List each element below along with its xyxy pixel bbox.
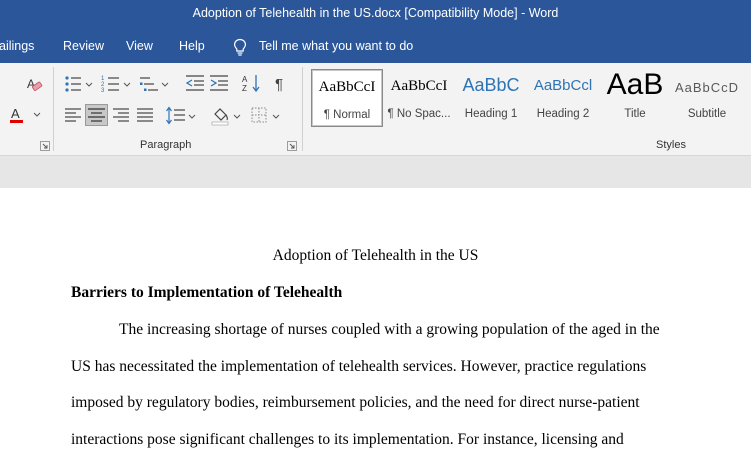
font-dialog-launcher-icon[interactable]: [40, 141, 50, 151]
style-label: Heading 1: [464, 108, 518, 120]
style-no-spacing[interactable]: AaBbCcI ¶ No Spac...: [383, 69, 455, 127]
font-color-icon: A: [10, 106, 41, 123]
tab-help[interactable]: Help: [179, 39, 205, 53]
increase-indent-icon: [210, 75, 228, 91]
paragraph-line: interactions pose significant challenges…: [71, 431, 624, 448]
group-separator: [53, 67, 54, 151]
style-preview: AaB: [606, 68, 664, 101]
multilevel-list-button[interactable]: [138, 73, 172, 93]
title-bar: Adoption of Telehealth in the US.docx [C…: [0, 0, 751, 31]
section-heading: Barriers to Implementation of Telehealth: [71, 284, 343, 301]
style-label: Title: [624, 108, 646, 120]
ruler-area: [0, 156, 751, 188]
sort-button[interactable]: A Z: [241, 73, 263, 93]
numbering-button[interactable]: 1 2 3: [100, 73, 134, 94]
lightbulb-icon: [233, 38, 247, 56]
style-preview: AaBbCcI: [390, 78, 448, 94]
show-hide-marks-button[interactable]: ¶: [270, 73, 292, 93]
align-left-button[interactable]: [62, 105, 84, 125]
style-preview: AaBbCcl: [533, 77, 593, 94]
align-right-button[interactable]: [110, 105, 132, 125]
style-preview: AaBbCcD: [674, 80, 740, 95]
group-separator: [302, 67, 303, 151]
svg-text:A: A: [11, 106, 20, 121]
bullets-button[interactable]: [62, 73, 96, 93]
paragraph-line: US has necessitated the implementation o…: [71, 358, 647, 375]
increase-indent-button[interactable]: [208, 73, 230, 93]
decrease-indent-button[interactable]: [184, 73, 206, 93]
sort-icon: A Z: [242, 75, 260, 93]
style-normal[interactable]: AaBbCcI ¶ Normal: [311, 69, 383, 127]
numbered-list-icon: 1 2 3: [101, 76, 131, 94]
pilcrow-icon: ¶: [275, 76, 283, 93]
paragraph-line: The increasing shortage of nurses couple…: [119, 321, 660, 338]
style-title[interactable]: AaB Title: [599, 68, 671, 127]
style-subtitle[interactable]: AaBbCcD Subtitle: [671, 69, 743, 127]
svg-text:3: 3: [101, 88, 105, 94]
svg-text:¶: ¶: [275, 76, 283, 93]
tab-review[interactable]: Review: [63, 39, 104, 53]
ribbon: A A 1 2 3 A Z ¶ Paragraph AaBbCcI ¶ Norm…: [0, 63, 751, 156]
borders-button[interactable]: [249, 105, 283, 125]
line-spacing-icon: [166, 106, 196, 125]
style-preview: AaBbCcI: [318, 79, 376, 95]
align-left-icon: [65, 108, 81, 122]
clear-formatting-button[interactable]: A: [24, 75, 46, 95]
paint-bucket-icon: [211, 108, 241, 126]
align-center-button[interactable]: [85, 104, 108, 126]
tab-mailings[interactable]: ailings: [0, 39, 34, 53]
style-label: Heading 2: [536, 108, 590, 120]
paragraph-line: imposed by regulatory bodies, reimbursem…: [71, 394, 640, 411]
style-label: ¶ No Spac...: [387, 108, 451, 120]
style-label: ¶ Normal: [323, 109, 371, 121]
align-center-icon: [88, 108, 105, 122]
svg-text:Z: Z: [242, 84, 247, 93]
justify-icon: [137, 108, 153, 122]
justify-button[interactable]: [134, 105, 156, 125]
paragraph-dialog-launcher-icon[interactable]: [287, 141, 297, 151]
ribbon-tab-bar: ailings Review View Help Tell me what yo…: [0, 31, 751, 63]
decrease-indent-icon: [185, 75, 204, 91]
tab-view[interactable]: View: [126, 39, 153, 53]
style-heading-2[interactable]: AaBbCcl Heading 2: [527, 69, 599, 127]
clear-formatting-icon: A: [27, 77, 43, 91]
style-heading-1[interactable]: AaBbC Heading 1: [455, 69, 527, 127]
svg-text:A: A: [242, 75, 248, 84]
style-preview: AaBbC: [462, 75, 520, 95]
document-page[interactable]: Adoption of Telehealth in the US Barrier…: [0, 188, 751, 452]
bullet-list-icon: [65, 76, 93, 92]
paragraph-group-label: Paragraph: [140, 139, 192, 151]
tell-me-label: Tell me what you want to do: [259, 39, 414, 53]
window-title: Adoption of Telehealth in the US.docx [C…: [192, 6, 559, 20]
align-right-icon: [113, 108, 129, 122]
borders-icon: [251, 107, 280, 123]
style-label: Subtitle: [687, 108, 727, 120]
shading-button[interactable]: [210, 105, 244, 126]
font-color-button[interactable]: A: [8, 105, 42, 125]
multilevel-list-icon: [140, 77, 169, 91]
document-title: Adoption of Telehealth in the US: [272, 247, 479, 264]
line-spacing-button[interactable]: [165, 105, 199, 125]
styles-group-label: Styles: [656, 139, 686, 151]
